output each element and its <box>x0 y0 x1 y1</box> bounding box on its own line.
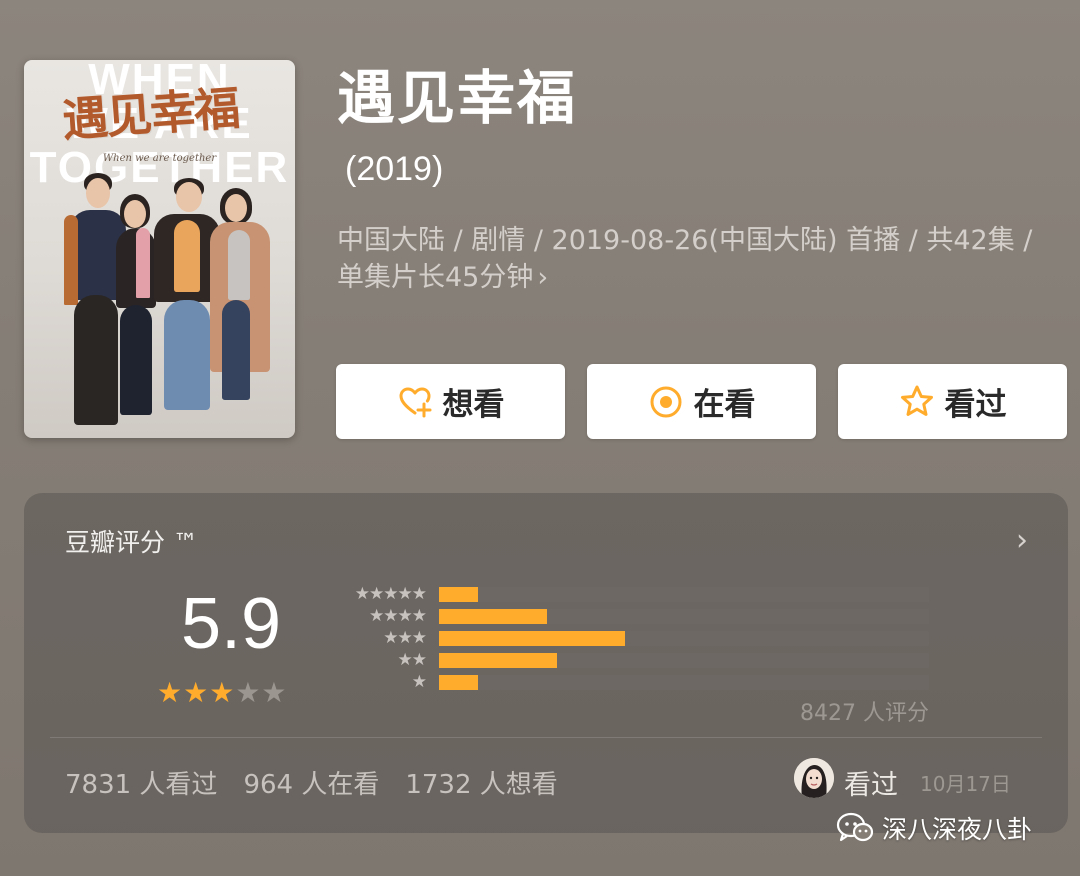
watermark-text: 深八深夜八卦 <box>882 815 1033 844</box>
star-outline-icon <box>900 385 933 416</box>
page-title: 遇见幸福 <box>337 64 578 132</box>
my-status: 看过 <box>844 770 898 801</box>
watched-count[interactable]: 7831 人看过 <box>65 764 217 801</box>
star-level-icon: ★★★★★ <box>354 584 427 604</box>
movie-meta-info[interactable]: 中国大陆 / 剧情 / 2019-08-26(中国大陆) 首播 / 共42集 /… <box>337 222 1062 296</box>
watching-label: 在看 <box>693 387 756 423</box>
avatar-portrait-icon <box>794 758 834 798</box>
watched-label: 看过 <box>944 387 1007 423</box>
empty-stars-icon: ★★ <box>235 676 288 709</box>
star-level-icon: ★★★ <box>383 628 427 648</box>
chevron-right-icon[interactable]: › <box>1016 523 1028 558</box>
distribution-bar <box>439 587 479 602</box>
wechat-icon <box>836 812 874 842</box>
want-count[interactable]: 1732 人想看 <box>405 764 557 801</box>
release-year: (2019) <box>345 150 444 188</box>
rating-score: 5.9 <box>180 584 282 664</box>
distribution-row: ★★★ <box>329 628 929 650</box>
distribution-track <box>439 587 929 602</box>
distribution-track <box>439 675 929 690</box>
star-level-icon: ★ <box>411 672 427 692</box>
target-circle-icon <box>650 386 681 417</box>
distribution-bar <box>439 653 557 668</box>
watching-count[interactable]: 964 人在看 <box>243 764 379 801</box>
want-to-watch-label: 想看 <box>442 387 505 423</box>
avatar[interactable] <box>794 758 834 798</box>
chevron-right-icon: › <box>537 262 549 293</box>
distribution-row: ★ <box>329 672 929 694</box>
star-level-icon: ★★ <box>397 650 428 670</box>
meta-text: 中国大陆 / 剧情 / 2019-08-26(中国大陆) 首播 / 共42集 /… <box>337 225 1033 293</box>
heart-plus-icon <box>399 387 431 417</box>
distribution-row: ★★★★ <box>329 606 929 628</box>
score-stars: ★★★★★ <box>157 679 288 707</box>
filled-stars-icon: ★★★ <box>157 676 236 709</box>
distribution-track <box>439 631 929 646</box>
rating-count: 8427 人评分 <box>800 701 929 726</box>
distribution-track <box>439 653 929 668</box>
watching-button[interactable]: 在看 <box>587 364 816 439</box>
distribution-bar <box>439 675 479 690</box>
rating-distribution: ★★★★★ ★★★★ ★★★ ★★ ★ <box>329 584 929 694</box>
distribution-track <box>439 609 929 624</box>
star-level-icon: ★★★★ <box>369 606 427 626</box>
distribution-row: ★★★★★ <box>329 584 929 606</box>
audience-stats: 7831 人看过 964 人在看 1732 人想看 <box>65 764 558 801</box>
poster-title-art: 遇见幸福 <box>60 80 240 148</box>
divider <box>50 737 1042 738</box>
watermark: 深八深夜八卦 <box>836 810 1032 846</box>
watched-button[interactable]: 看过 <box>838 364 1067 439</box>
poster-image[interactable]: WHEN WE ARE TOGETHER 遇见幸福 When we are to… <box>24 60 295 438</box>
distribution-row: ★★ <box>329 650 929 672</box>
rating-card[interactable]: 豆瓣评分 ™ › 5.9 ★★★★★ ★★★★★ ★★★★ ★★★ ★★ ★ 8… <box>24 493 1068 833</box>
rating-card-title: 豆瓣评分 ™ <box>65 528 198 557</box>
my-status-date: 10月17日 <box>920 772 1011 796</box>
distribution-bar <box>439 631 626 646</box>
want-to-watch-button[interactable]: 想看 <box>336 364 565 439</box>
poster-subtitle: When we are together <box>102 153 217 164</box>
distribution-bar <box>439 609 547 624</box>
